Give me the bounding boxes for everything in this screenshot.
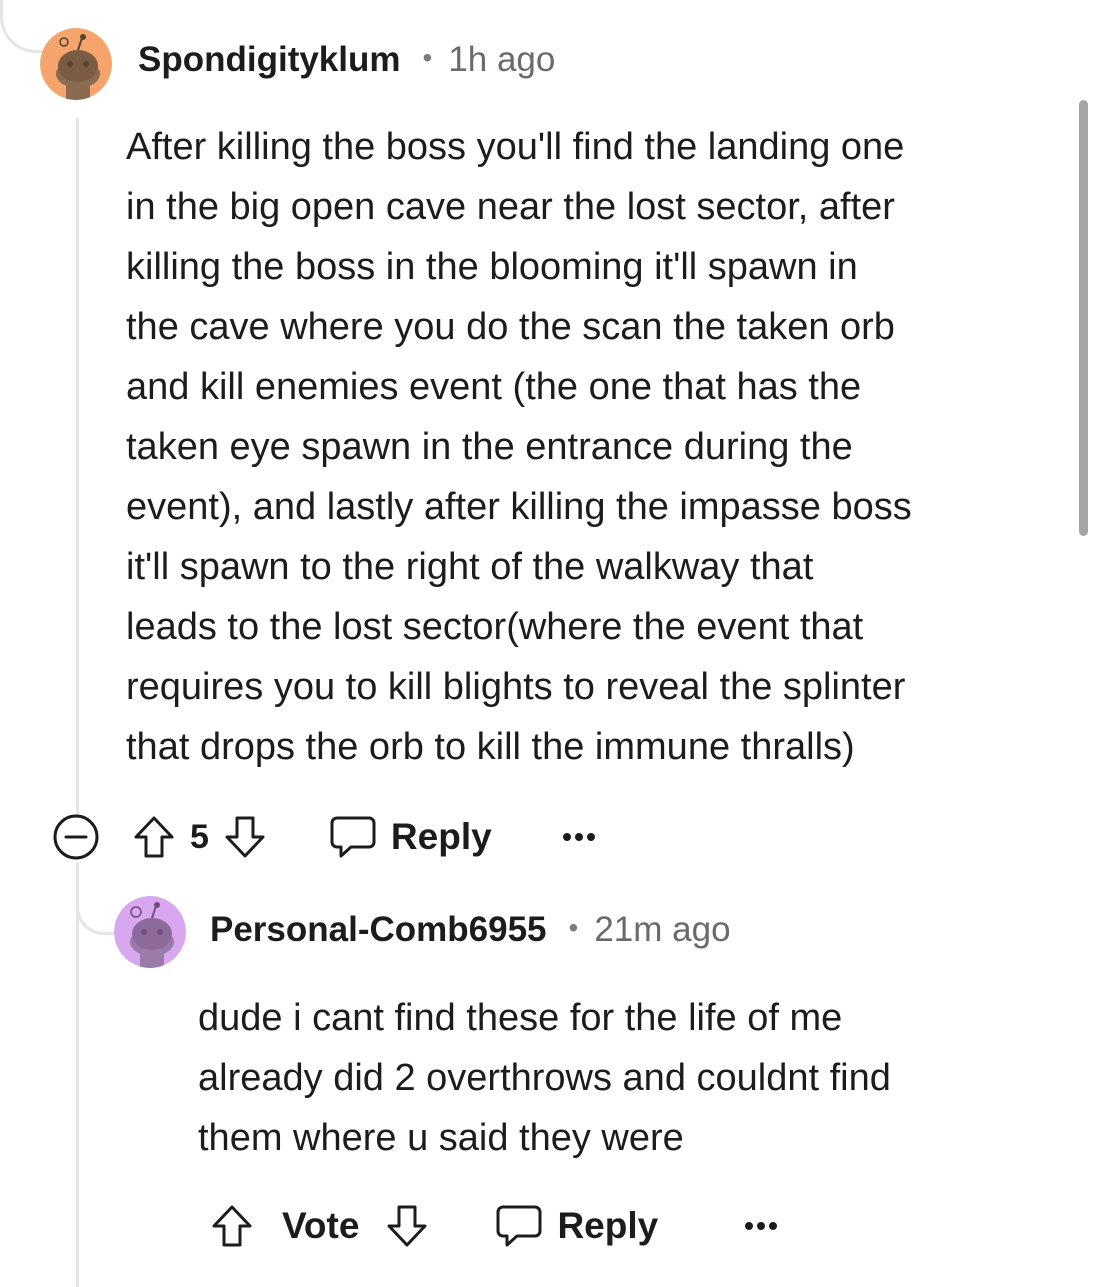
reply-button[interactable]: Reply — [329, 814, 492, 860]
comment-body: After killing the boss you'll find the l… — [126, 126, 912, 768]
reply-meta: Personal-Comb6955 • 21m ago — [210, 910, 731, 950]
username[interactable]: Spondigityklum — [138, 40, 401, 80]
reply-avatar[interactable] — [114, 896, 186, 968]
reply-label: Reply — [390, 816, 492, 857]
comment-actions: 5 Reply — [52, 813, 596, 861]
avatar[interactable] — [40, 28, 112, 100]
more-options-icon[interactable] — [744, 1220, 778, 1232]
reply-icon — [496, 1205, 542, 1247]
thread-line-reply-connector — [76, 862, 117, 935]
thread-line-main-lower — [76, 862, 79, 1287]
snoo-avatar-icon — [40, 28, 112, 100]
vote-score: 5 — [190, 817, 209, 856]
reply-icon — [330, 816, 376, 858]
thread-line-top — [0, 0, 43, 53]
downvote-icon[interactable] — [223, 814, 267, 860]
thread-line-main — [76, 118, 79, 818]
upvote-icon[interactable] — [132, 814, 176, 860]
reply-username[interactable]: Personal-Comb6955 — [210, 910, 547, 950]
reply-label: Reply — [557, 1205, 659, 1246]
comment-meta: Spondigityklum • 1h ago — [138, 40, 555, 80]
timestamp: 1h ago — [448, 40, 556, 79]
reply-actions: Vote Reply — [210, 1203, 778, 1249]
vote-label: Vote — [282, 1205, 360, 1246]
reply-body: dude i cant find these for the life of m… — [198, 997, 891, 1159]
collapse-icon[interactable] — [52, 813, 100, 861]
reply-button[interactable]: Reply — [495, 1203, 658, 1249]
separator-dot: • — [422, 42, 433, 73]
snoo-avatar-icon — [114, 896, 186, 968]
upvote-icon[interactable] — [210, 1203, 254, 1249]
reply-timestamp: 21m ago — [594, 910, 731, 949]
downvote-icon[interactable] — [385, 1203, 429, 1249]
separator-dot: • — [568, 912, 579, 943]
more-options-icon[interactable] — [562, 831, 596, 843]
scrollbar[interactable] — [1079, 100, 1088, 536]
